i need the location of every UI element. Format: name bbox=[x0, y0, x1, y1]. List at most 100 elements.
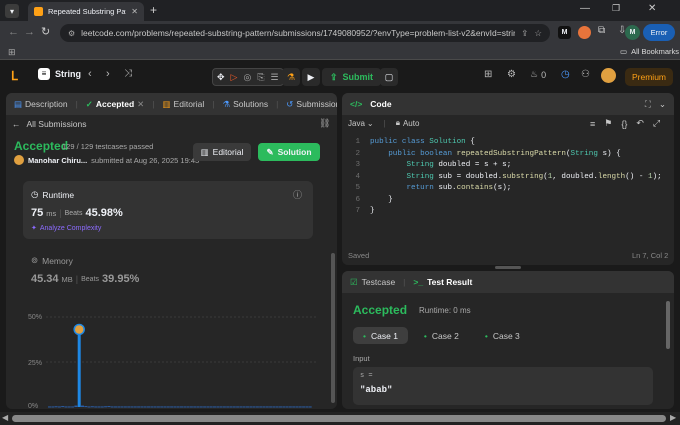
y-tick-label: 50% bbox=[28, 314, 42, 321]
code-line[interactable]: 4 String sub = doubled.substring(1, doub… bbox=[342, 172, 674, 184]
profile-avatar[interactable]: M bbox=[625, 25, 640, 40]
tab-test-result[interactable]: >_ Test Result bbox=[413, 277, 472, 287]
next-problem-icon[interactable]: › bbox=[106, 68, 110, 80]
case-label: Case 1 bbox=[370, 330, 398, 341]
tab-solutions[interactable]: ⚗ Solutions bbox=[222, 99, 268, 110]
layout-icon[interactable]: ⊞ bbox=[484, 69, 492, 80]
test-scrollbar[interactable] bbox=[666, 301, 670, 349]
leetcode-logo-icon[interactable]: ᒪ bbox=[11, 69, 18, 83]
debugger-icon[interactable]: ⚗ bbox=[282, 68, 300, 86]
maximize-panel-icon[interactable]: ⛶ bbox=[645, 99, 651, 110]
expand-icon[interactable]: ⤢ bbox=[653, 118, 660, 129]
code-line[interactable]: 1 public class Solution { bbox=[342, 137, 674, 149]
submitter-name[interactable]: Manohar Chiru... bbox=[28, 156, 87, 165]
error-badge[interactable]: Error bbox=[643, 24, 675, 41]
editorial-label: Editorial bbox=[212, 147, 244, 157]
left-scrollbar[interactable] bbox=[331, 253, 335, 403]
apps-grid-icon[interactable]: ⊞ bbox=[8, 47, 16, 58]
code-editor[interactable]: 1 public class Solution {2 public boolean… bbox=[342, 137, 674, 218]
horizontal-scrollbar[interactable]: ◀ ▶ bbox=[0, 412, 680, 425]
case-tab-1[interactable]: • Case 1 bbox=[353, 327, 408, 344]
scroll-right-icon[interactable]: ▶ bbox=[670, 413, 676, 422]
settings-sliders-icon[interactable]: ☰ bbox=[271, 72, 279, 83]
tab-description[interactable]: ▤ Description bbox=[14, 99, 68, 110]
histogram-bar bbox=[64, 406, 68, 408]
user-avatar[interactable] bbox=[601, 68, 616, 83]
hide-icon[interactable]: ◎ bbox=[243, 72, 251, 83]
resize-handle[interactable] bbox=[495, 266, 521, 269]
reload-icon[interactable]: ↻ bbox=[41, 25, 50, 38]
auto-mode-toggle[interactable]: 🔒︎ Auto bbox=[396, 118, 420, 128]
url-bar[interactable]: ⚙ leetcode.com/problems/repeated-substri… bbox=[60, 24, 550, 42]
run-debug-icon[interactable]: ▷ bbox=[231, 72, 238, 83]
link-icon[interactable]: ⛓ bbox=[319, 118, 330, 129]
forward-icon[interactable]: → bbox=[24, 26, 35, 38]
streak-counter[interactable]: ♨ 0 bbox=[530, 69, 546, 80]
braces-icon[interactable]: {} bbox=[621, 119, 627, 129]
premium-button[interactable]: Premium bbox=[625, 68, 674, 86]
analyze-complexity-link[interactable]: ✦ Analyze Complexity bbox=[31, 224, 101, 233]
close-tab-icon[interactable]: ✕ bbox=[137, 99, 144, 110]
all-bookmarks[interactable]: ▭ All Bookmarks bbox=[620, 47, 679, 56]
settings-gear-icon[interactable]: ⚙ bbox=[507, 69, 516, 80]
line-number: 3 bbox=[355, 161, 360, 169]
solution-button[interactable]: ✎ Solution bbox=[258, 143, 320, 161]
runtime-unit: ms bbox=[46, 208, 57, 218]
format-icon[interactable]: ≡ bbox=[590, 119, 595, 129]
scroll-left-icon[interactable]: ◀ bbox=[2, 413, 8, 422]
case-tab-2[interactable]: • Case 2 bbox=[414, 327, 469, 344]
extensions-puzzle-icon[interactable]: ⧉ bbox=[598, 25, 605, 36]
dot-icon: • bbox=[423, 330, 427, 341]
notes-icon[interactable]: ▢ bbox=[380, 68, 398, 86]
code-line[interactable]: 6 } bbox=[342, 195, 674, 207]
editorial-button[interactable]: ▥ Editorial bbox=[193, 143, 251, 161]
close-tab-icon[interactable]: ✕ bbox=[131, 7, 138, 16]
code-line[interactable]: 2 public boolean repeatedSubstringPatter… bbox=[342, 149, 674, 161]
back-to-submissions[interactable]: ← All Submissions bbox=[12, 119, 87, 129]
runtime-card[interactable]: ◷ Runtime ⓘ 75 ms | Beats 45.98% ✦ Analyze… bbox=[23, 181, 313, 239]
tab-testcase[interactable]: ☑ Testcase bbox=[350, 277, 395, 288]
histogram-bar bbox=[196, 406, 200, 408]
bookmark-icon[interactable]: ⚑ bbox=[604, 118, 612, 129]
toolbar-divider: | bbox=[383, 118, 386, 128]
extension-m-icon[interactable]: M bbox=[558, 26, 571, 39]
histogram-bar bbox=[130, 406, 134, 408]
sparkle-icon: ✦ bbox=[31, 225, 37, 232]
add-friend-icon[interactable]: ⚇ bbox=[581, 69, 590, 80]
tab-editorial[interactable]: ▥ Editorial bbox=[163, 99, 205, 110]
problem-list-button[interactable]: ≡ String bbox=[38, 68, 81, 80]
copy-icon[interactable]: ⎘ bbox=[257, 72, 264, 83]
extension-orange-icon[interactable] bbox=[578, 26, 591, 39]
tab-accepted[interactable]: ✓ Accepted ✕ bbox=[86, 99, 145, 110]
undo-icon[interactable]: ↶ bbox=[636, 118, 644, 129]
run-icon[interactable]: ▶ bbox=[302, 68, 320, 86]
left-tabs: ▤ Description | ✓ Accepted ✕ | ▥ Editorial |… bbox=[6, 93, 337, 115]
folder-icon: ▭ bbox=[620, 47, 628, 56]
new-tab-icon[interactable]: + bbox=[150, 3, 157, 17]
memory-header[interactable]: ⊚ Memory bbox=[31, 255, 73, 266]
code-line[interactable]: 5 return sub.contains(s); bbox=[342, 183, 674, 195]
share-icon[interactable]: ⇪ bbox=[521, 28, 528, 39]
info-icon[interactable]: ⓘ bbox=[293, 188, 302, 201]
back-icon[interactable]: ← bbox=[8, 26, 19, 38]
close-window-icon[interactable]: ✕ bbox=[648, 3, 656, 14]
shuffle-icon[interactable]: ⤨ bbox=[124, 68, 132, 79]
case-tab-3[interactable]: • Case 3 bbox=[475, 327, 530, 344]
tab-search-icon[interactable]: ▾ bbox=[5, 4, 19, 18]
code-line[interactable]: 7} bbox=[342, 206, 674, 218]
tab-submissions[interactable]: ↺Submissions bbox=[286, 99, 337, 110]
minimize-panel-icon[interactable]: ⌄ bbox=[659, 99, 666, 110]
browser-tab[interactable]: Repeated Substring Pattern - Le ✕ bbox=[28, 2, 144, 21]
language-select[interactable]: Java ⌄ bbox=[348, 119, 374, 128]
minimize-icon[interactable]: — bbox=[580, 3, 590, 14]
prev-problem-icon[interactable]: ‹ bbox=[88, 68, 92, 80]
site-info-icon[interactable]: ⚙ bbox=[68, 29, 75, 38]
drag-handle-icon[interactable]: ✥ bbox=[217, 72, 225, 83]
code-line[interactable]: 3 String doubled = s + s; bbox=[342, 160, 674, 172]
scroll-thumb[interactable] bbox=[12, 415, 666, 422]
maximize-icon[interactable]: ❐ bbox=[612, 3, 620, 14]
distribution-chart[interactable]: 50% 25% 0% bbox=[6, 308, 326, 409]
submit-button[interactable]: ⇪ Submit bbox=[322, 68, 382, 86]
timer-icon[interactable]: ◷ bbox=[561, 69, 570, 80]
bookmark-star-icon[interactable]: ☆ bbox=[534, 28, 542, 39]
